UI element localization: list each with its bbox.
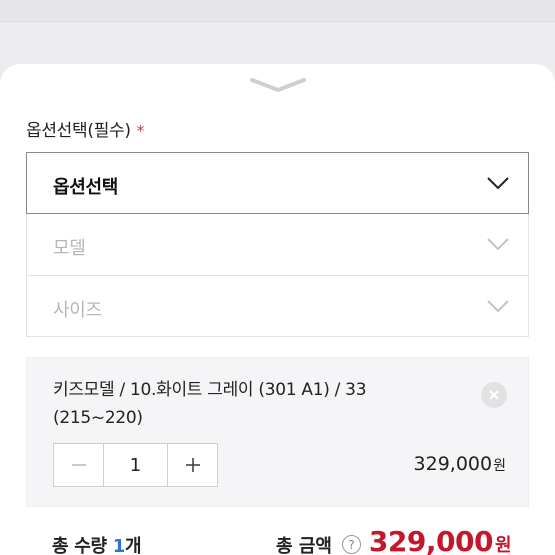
minus-icon [71,464,86,466]
total-summary: 총 수량 1개 총 금액 ? 329,000 원 [26,521,529,555]
chevron-down-icon [487,300,509,313]
total-quantity-count: 1 [112,536,126,555]
quantity-value[interactable]: 1 [104,444,167,486]
total-amount-value: 329,000 [368,525,494,555]
size-select-label: 사이즈 [53,300,102,321]
chevron-down-icon [487,177,509,190]
sheet-collapse-handle[interactable] [248,76,308,94]
increase-quantity-button[interactable] [167,444,217,486]
total-amount-label: 총 금액 [276,536,332,555]
option-bottom-sheet: 옵션선택(필수) * 옵션선택 모델 사이즈 키즈모델 / 10.화이트 그레이 … [0,64,555,555]
option-select-label: 옵션선택 [53,177,119,198]
model-select-label: 모델 [53,238,86,259]
option-label-text: 옵션선택(필수) [26,121,131,141]
item-price: 329,000원 [414,453,506,475]
required-mark: * [136,122,145,140]
model-select-dropdown[interactable]: 모델 [26,214,529,276]
item-price-value: 329,000 [413,453,493,475]
top-bar [0,0,555,22]
total-amount-unit: 원 [494,535,512,555]
chevron-down-icon [487,238,509,251]
remove-item-button[interactable] [481,382,507,408]
close-icon [489,390,499,400]
plus-icon [185,458,200,472]
size-select-dropdown[interactable]: 사이즈 [26,275,529,337]
total-quantity-label: 총 수량 [52,536,107,555]
selected-item-card: 키즈모델 / 10.화이트 그레이 (301 A1) / 33 (215~220… [26,357,529,507]
help-icon[interactable]: ? [342,535,361,554]
item-price-unit: 원 [493,458,506,474]
decrease-quantity-button[interactable] [54,444,104,486]
total-amount: 329,000 원 [368,525,512,555]
option-section-label: 옵션선택(필수) * [26,116,144,141]
option-select-dropdown[interactable]: 옵션선택 [26,152,529,214]
quantity-stepper: 1 [53,443,218,487]
total-quantity-unit: 개 [124,536,142,555]
selected-item-name: 키즈모델 / 10.화이트 그레이 (301 A1) / 33 (215~220… [53,380,367,428]
chevron-down-icon [250,78,306,92]
total-quantity: 총 수량 1개 [52,532,142,555]
